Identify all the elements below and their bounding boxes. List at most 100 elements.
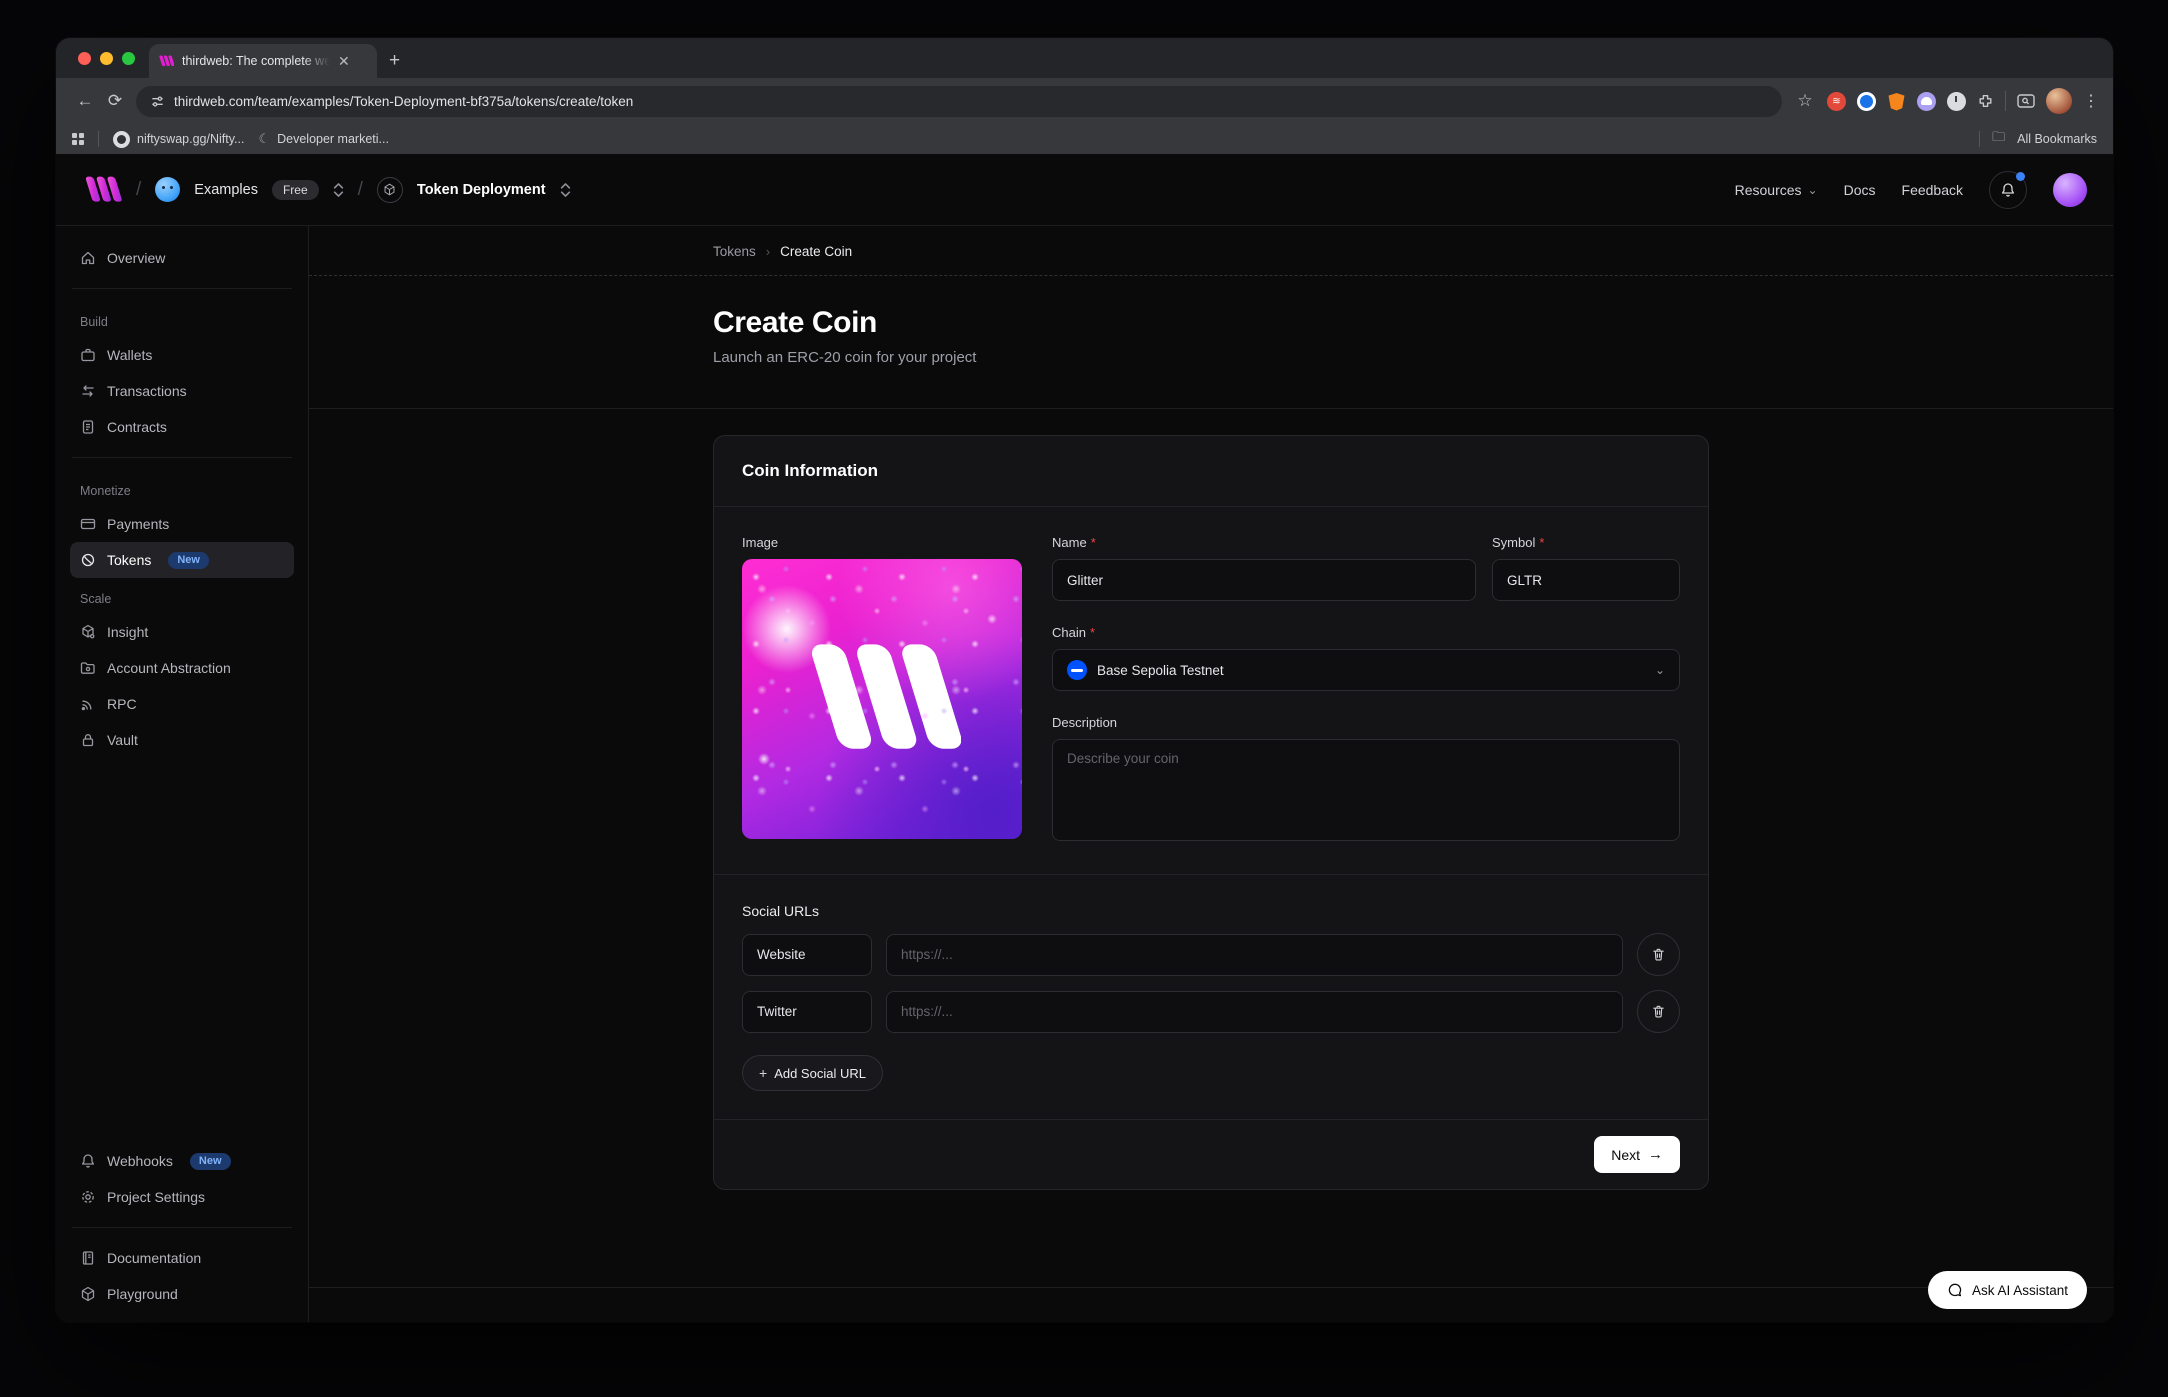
breadcrumb-tokens-link[interactable]: Tokens — [713, 244, 756, 259]
sidebar-item-vault[interactable]: Vault — [70, 722, 294, 758]
sidebar-item-payments[interactable]: Payments — [70, 506, 294, 542]
required-marker: * — [1091, 535, 1096, 550]
new-tab-button[interactable]: + — [389, 50, 400, 72]
bookmark-star-icon[interactable]: ☆ — [1794, 91, 1816, 111]
url-bar[interactable]: thirdweb.com/team/examples/Token-Deploym… — [136, 86, 1782, 117]
app-body: Overview Build Wallets Transactions Cont… — [56, 226, 2113, 1322]
sidebar-section-build: Build — [80, 315, 284, 329]
new-badge: New — [190, 1153, 231, 1170]
next-button[interactable]: Next → — [1594, 1136, 1680, 1173]
coin-icon — [80, 552, 96, 568]
close-window-button[interactable] — [78, 52, 91, 65]
page-title: Create Coin — [713, 306, 1709, 340]
browser-profile-avatar[interactable] — [2046, 88, 2072, 114]
docs-link[interactable]: Docs — [1844, 182, 1876, 198]
delete-social-url-button[interactable] — [1637, 933, 1680, 976]
sidebar-item-playground[interactable]: Playground — [70, 1276, 294, 1312]
all-bookmarks[interactable]: 🗀 All Bookmarks — [1979, 128, 2097, 150]
extension-red-icon[interactable]: ≋ — [1827, 92, 1846, 111]
coin-info-section: Image Name* — [714, 507, 1708, 874]
social-platform-select[interactable]: Twitter — [742, 991, 872, 1033]
apps-grid-icon[interactable] — [72, 133, 84, 145]
coin-image-upload[interactable] — [742, 559, 1022, 839]
sidebar-item-wallets[interactable]: Wallets — [70, 337, 294, 373]
chevron-right-icon: › — [766, 244, 770, 259]
bookmark-niftyswap[interactable]: niftyswap.gg/Nifty... — [113, 131, 244, 148]
sidebar-item-webhooks[interactable]: Webhooks New — [70, 1143, 294, 1179]
sidebar-item-tokens[interactable]: Tokens New — [70, 542, 294, 578]
social-platform-select[interactable]: Website — [742, 934, 872, 976]
sidebar-item-documentation[interactable]: Documentation — [70, 1240, 294, 1276]
toolbar-divider — [2005, 91, 2006, 111]
metamask-extension-icon[interactable] — [1887, 92, 1906, 111]
breadcrumb-slash: / — [136, 179, 141, 201]
symbol-input[interactable] — [1492, 559, 1680, 601]
notifications-button[interactable] — [1989, 171, 2027, 209]
zoom-window-button[interactable] — [122, 52, 135, 65]
account-avatar[interactable] — [2053, 173, 2087, 207]
feedback-link[interactable]: Feedback — [1902, 182, 1963, 198]
browser-window: thirdweb: The complete web3 ✕ + ← ⟳ thir… — [56, 38, 2113, 1322]
description-textarea[interactable] — [1052, 739, 1680, 841]
project-switcher-chevrons-icon[interactable] — [560, 182, 571, 198]
thirdweb-favicon-icon — [159, 55, 174, 68]
bookmark-developer-marketing[interactable]: ☾ Developer marketi... — [258, 131, 389, 147]
page-subtitle: Launch an ERC-20 coin for your project — [713, 349, 1709, 366]
phantom-extension-icon[interactable] — [1917, 92, 1936, 111]
minimize-window-button[interactable] — [100, 52, 113, 65]
arrow-right-icon: → — [1648, 1146, 1663, 1163]
lock-icon — [80, 732, 96, 748]
sidebar-divider — [72, 1227, 292, 1228]
url-text[interactable]: thirdweb.com/team/examples/Token-Deploym… — [174, 94, 633, 109]
extensions-puzzle-icon[interactable] — [1977, 93, 1994, 110]
sidebar-item-project-settings[interactable]: Project Settings — [70, 1179, 294, 1215]
social-url-input[interactable] — [886, 991, 1623, 1033]
traffic-lights — [56, 38, 149, 78]
social-url-row: Website — [742, 933, 1680, 976]
sidebar-item-overview[interactable]: Overview — [70, 240, 294, 276]
bookmarks-bar: niftyswap.gg/Nifty... ☾ Developer market… — [56, 124, 2113, 154]
reload-button[interactable]: ⟳ — [100, 91, 130, 111]
social-url-input[interactable] — [886, 934, 1623, 976]
sidebar-spacer — [70, 758, 294, 1143]
folder-icon: 🗀 — [1992, 128, 2005, 150]
team-switcher-chevrons-icon[interactable] — [333, 182, 344, 198]
chain-select[interactable]: Base Sepolia Testnet ⌄ — [1052, 649, 1680, 691]
transactions-icon — [80, 383, 96, 399]
site-info-icon[interactable] — [150, 94, 165, 109]
extension-target-icon[interactable] — [1857, 92, 1876, 111]
browser-tab[interactable]: thirdweb: The complete web3 ✕ — [149, 44, 377, 78]
folder-icon — [80, 660, 96, 676]
resources-menu[interactable]: Resources ⌄ — [1735, 182, 1818, 198]
thirdweb-logo-icon[interactable] — [82, 176, 122, 203]
symbol-label: Symbol* — [1492, 535, 1680, 550]
card-header: Coin Information — [714, 436, 1708, 506]
contract-icon — [80, 419, 96, 435]
chain-selected-value: Base Sepolia Testnet — [1097, 663, 1645, 678]
ask-ai-assistant-button[interactable]: Ask AI Assistant — [1928, 1271, 2087, 1309]
breadcrumb-current: Create Coin — [780, 244, 852, 259]
sidebar-item-transactions[interactable]: Transactions — [70, 373, 294, 409]
trash-icon — [1651, 1004, 1666, 1019]
delete-social-url-button[interactable] — [1637, 990, 1680, 1033]
credit-card-icon — [80, 516, 96, 532]
add-social-url-button[interactable]: + Add Social URL — [742, 1055, 883, 1091]
sidebar-item-account-abstraction[interactable]: Account Abstraction — [70, 650, 294, 686]
name-input[interactable] — [1052, 559, 1476, 601]
team-name[interactable]: Examples — [194, 182, 258, 198]
sidebar-item-rpc[interactable]: RPC — [70, 686, 294, 722]
tab-close-icon[interactable]: ✕ — [338, 54, 350, 68]
browser-toolbar: ← ⟳ thirdweb.com/team/examples/Token-Dep… — [56, 78, 2113, 124]
tab-search-icon[interactable] — [2017, 93, 2035, 109]
back-button[interactable]: ← — [70, 91, 100, 111]
sidebar: Overview Build Wallets Transactions Cont… — [56, 226, 309, 1322]
chevron-down-icon: ⌄ — [1655, 663, 1665, 677]
bell-icon — [80, 1153, 96, 1169]
browser-menu-icon[interactable]: ⋮ — [2083, 91, 2099, 111]
project-name[interactable]: Token Deployment — [417, 182, 546, 198]
trash-icon — [1651, 947, 1666, 962]
github-icon — [113, 131, 130, 148]
password-extension-icon[interactable] — [1947, 92, 1966, 111]
sidebar-item-contracts[interactable]: Contracts — [70, 409, 294, 445]
sidebar-item-insight[interactable]: Insight — [70, 614, 294, 650]
